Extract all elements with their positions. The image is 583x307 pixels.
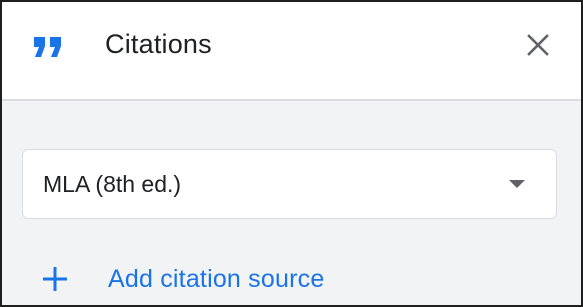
close-icon: [527, 34, 549, 56]
panel-header: Citations: [2, 2, 581, 101]
citation-style-dropdown[interactable]: MLA (8th ed.): [22, 149, 557, 219]
plus-icon: [43, 267, 67, 291]
citations-panel: Citations MLA (8th ed.) Add citation sou…: [0, 0, 583, 307]
add-citation-source-label: Add citation source: [108, 265, 325, 293]
format-quote-icon: [34, 37, 61, 57]
add-citation-source-button[interactable]: Add citation source: [42, 259, 324, 299]
close-button[interactable]: [523, 30, 553, 60]
citation-style-value: MLA (8th ed.): [43, 171, 182, 197]
arrow-drop-down-icon: [509, 180, 525, 188]
panel-body: MLA (8th ed.) Add citation source: [2, 101, 581, 305]
panel-title: Citations: [105, 29, 212, 59]
